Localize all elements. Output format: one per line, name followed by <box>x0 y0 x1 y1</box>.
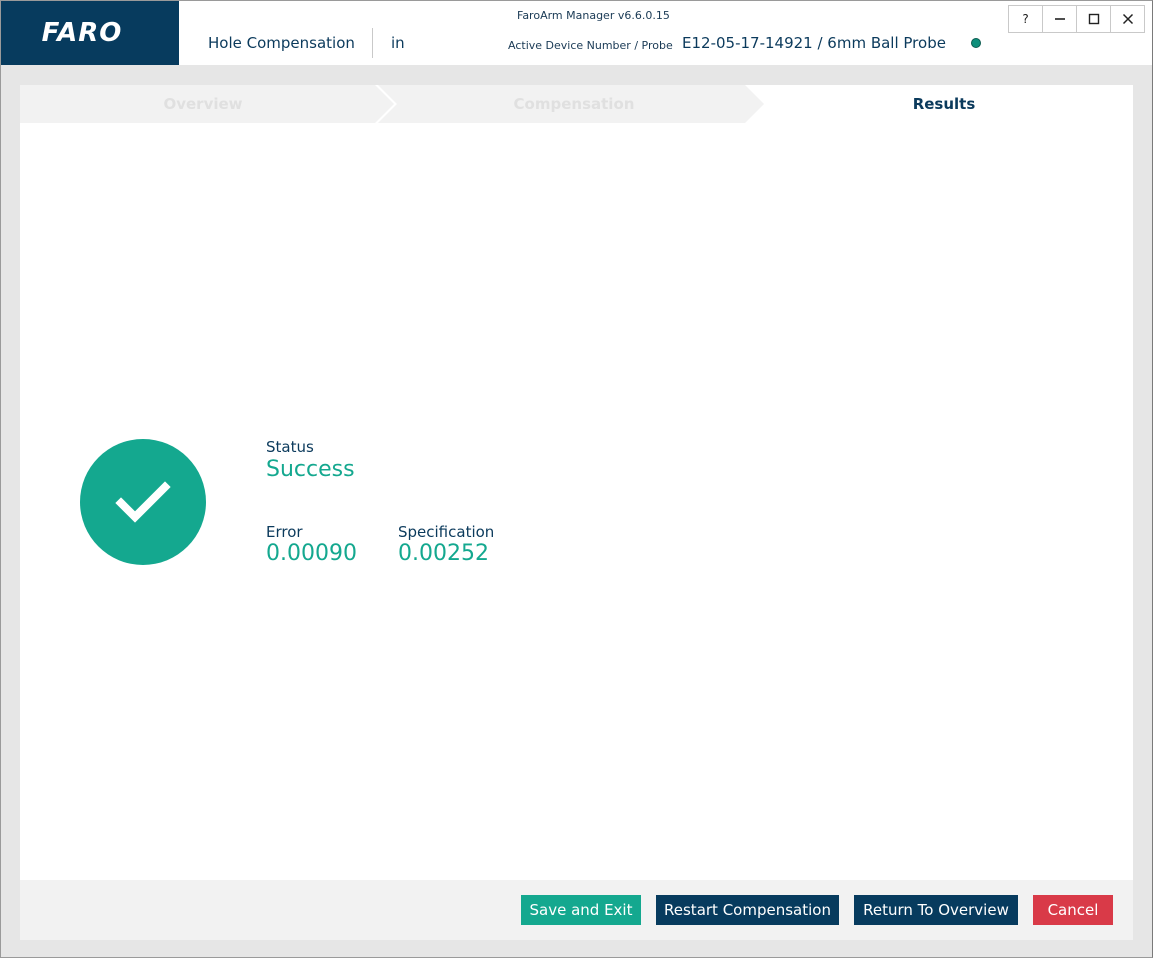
title-separator <box>372 28 373 58</box>
step-overview-label: Overview <box>163 95 243 113</box>
step-results[interactable]: Results <box>760 85 1128 123</box>
minimize-button[interactable] <box>1042 5 1077 33</box>
step-results-label: Results <box>912 95 976 113</box>
maximize-icon <box>1088 13 1099 25</box>
maximize-button[interactable] <box>1076 5 1111 33</box>
status-label: Status <box>266 438 314 456</box>
device-status-dot <box>971 38 981 48</box>
error-value: 0.00090 <box>266 541 357 566</box>
return-to-overview-button[interactable]: Return To Overview <box>854 895 1018 925</box>
title-bar: FARO Hole Compensation in FaroArm Manage… <box>1 1 1152 65</box>
restart-compensation-button[interactable]: Restart Compensation <box>656 895 839 925</box>
specification-label: Specification <box>398 523 495 541</box>
save-and-exit-button[interactable]: Save and Exit <box>521 895 641 925</box>
module-title: Hole Compensation <box>208 34 355 52</box>
step-compensation[interactable]: Compensation <box>388 85 760 123</box>
success-badge <box>80 439 206 565</box>
step-progress-bar: Overview Compensation Results <box>20 85 1133 123</box>
app-version: FaroArm Manager v6.6.0.15 <box>517 9 670 22</box>
step-compensation-label: Compensation <box>513 95 635 113</box>
window-controls: ? <box>1008 5 1145 33</box>
close-button[interactable] <box>1110 5 1145 33</box>
specification-value: 0.00252 <box>398 541 489 566</box>
logo-text: FARO <box>41 18 123 48</box>
help-icon: ? <box>1022 12 1029 26</box>
main-panel: Overview Compensation Results Status Suc… <box>20 85 1133 940</box>
step-overview[interactable]: Overview <box>20 85 386 123</box>
error-label: Error <box>266 523 303 541</box>
help-button[interactable]: ? <box>1008 5 1043 33</box>
device-value[interactable]: E12-05-17-14921 / 6mm Ball Probe <box>682 34 946 52</box>
action-footer: Save and Exit Restart Compensation Retur… <box>20 880 1133 940</box>
cancel-button[interactable]: Cancel <box>1033 895 1113 925</box>
close-icon <box>1122 13 1133 25</box>
faro-logo: FARO <box>1 1 179 65</box>
status-value: Success <box>266 457 355 482</box>
minimize-icon <box>1054 18 1065 20</box>
checkmark-icon <box>115 481 171 523</box>
units-indicator[interactable]: in <box>391 34 405 52</box>
app-window: FARO Hole Compensation in FaroArm Manage… <box>0 0 1153 958</box>
device-label: Active Device Number / Probe <box>508 39 673 52</box>
